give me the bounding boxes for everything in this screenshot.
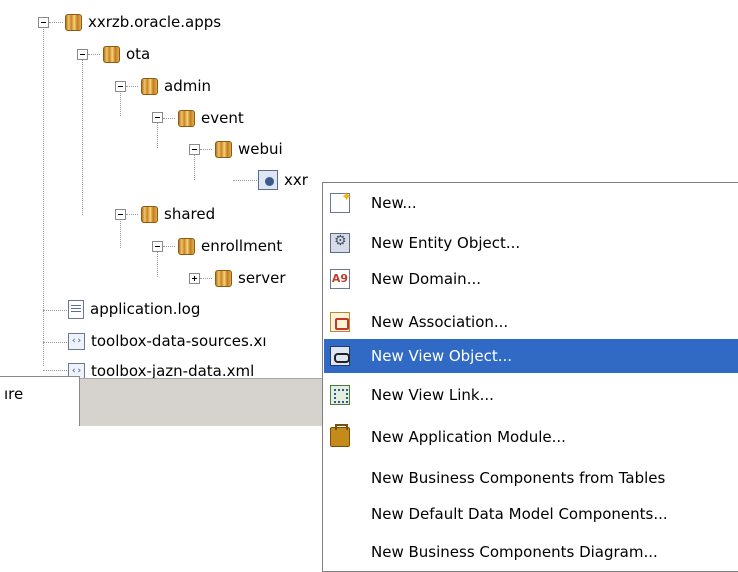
- menu-item-label: New View Link...: [371, 386, 494, 404]
- collapse-toggle[interactable]: [77, 49, 88, 60]
- tree-node-view-object[interactable]: xxr: [258, 169, 308, 191]
- menu-item-new-view-link[interactable]: New View Link...: [324, 378, 738, 412]
- tree-node-label: xxrzb.oracle.apps: [88, 13, 222, 31]
- tree-connector: [163, 118, 175, 119]
- tree-node-label: xxr: [284, 171, 308, 189]
- menu-item-new-view-object[interactable]: New View Object...: [324, 339, 738, 373]
- tree-node-admin[interactable]: admin: [141, 75, 211, 97]
- tree-node-toolbox-data-sources[interactable]: ‹› toolbox-data-sources.xı: [68, 330, 267, 352]
- menu-item-new-application-module[interactable]: New Application Module...: [324, 420, 738, 454]
- tree-connector: [43, 310, 67, 311]
- tree-node-xxrzb-oracle-apps[interactable]: xxrzb.oracle.apps: [65, 11, 221, 33]
- view-object-icon: [258, 170, 278, 190]
- tree-connector: [200, 149, 212, 150]
- domain-icon: A9: [330, 269, 350, 289]
- tree-node-label: toolbox-data-sources.xı: [91, 332, 267, 350]
- menu-item-label: New Association...: [371, 313, 509, 331]
- menu-item-label: New Default Data Model Components...: [371, 505, 668, 523]
- package-icon: [103, 45, 120, 63]
- package-icon: [215, 140, 232, 158]
- menu-item-new[interactable]: New...: [324, 186, 738, 220]
- tree-connector: [49, 22, 63, 23]
- package-icon: [141, 205, 158, 223]
- tree-connector: [120, 218, 121, 248]
- tree-connector: [200, 278, 212, 279]
- context-menu: New... New Entity Object... A9 New Domai…: [322, 182, 738, 572]
- menu-item-label: New Domain...: [371, 270, 481, 288]
- tab-structure[interactable]: ıre: [0, 376, 80, 426]
- menu-item-label: New Business Components from Tables: [371, 469, 666, 487]
- collapse-toggle[interactable]: [38, 17, 49, 28]
- tree-node-event[interactable]: event: [178, 107, 244, 129]
- tree-node-label: admin: [164, 77, 211, 95]
- entity-object-icon: [330, 233, 350, 253]
- collapse-toggle[interactable]: [115, 81, 126, 92]
- collapse-toggle[interactable]: [189, 144, 200, 155]
- tree-node-label: ota: [126, 45, 151, 63]
- package-icon: [178, 109, 195, 127]
- tree-connector: [43, 342, 67, 343]
- tree-connector: [126, 86, 138, 87]
- menu-item-new-association[interactable]: New Association...: [324, 305, 738, 339]
- tree-node-webui[interactable]: webui: [215, 138, 283, 160]
- package-icon: [215, 269, 232, 287]
- new-icon: [330, 190, 352, 213]
- tree-connector: [126, 214, 138, 215]
- tree-node-application-log[interactable]: application.log: [68, 298, 200, 320]
- application-module-icon: [330, 424, 350, 447]
- tree-connector: [163, 246, 175, 247]
- tab-label: ıre: [4, 385, 24, 403]
- tree-node-enrollment[interactable]: enrollment: [178, 235, 282, 257]
- collapse-toggle[interactable]: [115, 209, 126, 220]
- menu-item-label: New Entity Object...: [371, 234, 521, 252]
- package-icon: [141, 77, 158, 95]
- tree-node-ota[interactable]: ota: [103, 43, 150, 65]
- association-icon: [330, 312, 350, 332]
- tree-node-server[interactable]: server: [215, 267, 285, 289]
- tree-connector: [233, 180, 257, 181]
- menu-item-new-default-data-model[interactable]: New Default Data Model Components...: [324, 497, 738, 531]
- tree-node-label: webui: [238, 140, 283, 158]
- menu-item-label: New View Object...: [371, 347, 513, 365]
- log-file-icon: [68, 299, 84, 319]
- tree-node-label: server: [238, 269, 286, 287]
- package-icon: [178, 237, 195, 255]
- menu-item-label: New...: [371, 194, 417, 212]
- tree-node-shared[interactable]: shared: [141, 203, 215, 225]
- view-object-icon: [330, 346, 350, 366]
- collapse-toggle[interactable]: [152, 112, 163, 123]
- tree-node-label: event: [201, 109, 244, 127]
- collapse-toggle[interactable]: [152, 241, 163, 252]
- tree-connector: [43, 26, 44, 366]
- structure-panel-body: [0, 426, 330, 563]
- menu-item-label: New Business Components Diagram...: [371, 543, 658, 561]
- tree-connector: [88, 54, 100, 55]
- tree-connector: [82, 55, 83, 215]
- menu-item-new-bc-diagram[interactable]: New Business Components Diagram...: [324, 535, 738, 569]
- menu-item-label: New Application Module...: [371, 428, 566, 446]
- tree-node-label: enrollment: [201, 237, 283, 255]
- xml-file-icon: ‹›: [68, 332, 85, 350]
- package-icon: [65, 13, 82, 31]
- menu-item-new-domain[interactable]: A9 New Domain...: [324, 262, 738, 296]
- view-link-icon: [330, 385, 350, 405]
- tree-connector: [43, 370, 67, 371]
- menu-item-new-entity-object[interactable]: New Entity Object...: [324, 226, 738, 260]
- expand-toggle[interactable]: [189, 273, 200, 284]
- tree-node-label: application.log: [90, 300, 201, 318]
- tree-node-label: shared: [164, 205, 216, 223]
- menu-item-new-bc-from-tables[interactable]: New Business Components from Tables: [324, 461, 738, 495]
